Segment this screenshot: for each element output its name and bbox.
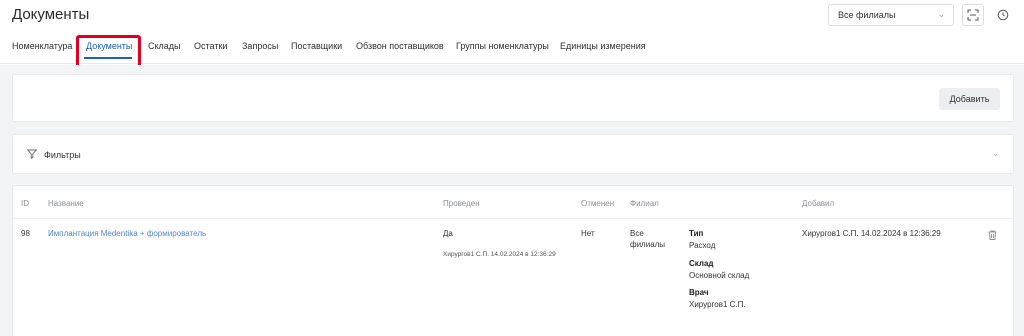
tab-nomenclature-groups[interactable]: Группы номенклатуры (456, 41, 549, 51)
branch-select[interactable]: Все филиалы ⌄ (828, 4, 954, 26)
add-button[interactable]: Добавить (939, 88, 1000, 110)
cell-added-by: Хирургов1 С.П. 14.02.2024 в 12:36:29 (802, 229, 941, 238)
column-header-id[interactable]: ID (21, 199, 29, 208)
doctor-value: Хирургов1 С.П. (689, 300, 746, 309)
tab-units[interactable]: Единицы измерения (560, 41, 646, 51)
branch-select-value: Все филиалы (838, 10, 896, 20)
page-title: Документы (12, 6, 90, 23)
scan-button[interactable] (962, 4, 984, 26)
document-link[interactable]: Имплантация Medentika + формирователь (48, 229, 206, 238)
help-button[interactable] (992, 4, 1014, 26)
cell-branch: Все филиалы (630, 229, 666, 249)
warehouse-value: Основной склад (689, 271, 750, 280)
cell-posted-by: Хирургов1 С.П. 14.02.2024 в 12:36:29 (443, 251, 556, 258)
type-label: Тип (689, 229, 704, 238)
column-header-added-by[interactable]: Добавил (802, 199, 834, 208)
header: Документы Все филиалы ⌄ (0, 0, 1024, 34)
trash-icon[interactable] (988, 230, 997, 240)
tab-warehouses[interactable]: Склады (148, 41, 181, 51)
scan-icon (967, 9, 979, 21)
divider (13, 218, 1013, 219)
filter-icon (27, 149, 37, 159)
column-header-cancelled[interactable]: Отменен (581, 199, 614, 208)
tab-nomenclature[interactable]: Номенклатура (12, 41, 72, 51)
cell-cancelled: Нет (581, 229, 595, 238)
cell-posted: Да (443, 229, 453, 238)
warehouse-label: Склад (689, 259, 714, 268)
filters-label: Фильтры (44, 150, 81, 160)
toolbar-card: Добавить (12, 74, 1014, 122)
filters-panel[interactable]: Фильтры ⌄ (12, 134, 1014, 174)
tab-bar: Номенклатура Документы Склады Остатки За… (0, 34, 1024, 64)
tab-requests[interactable]: Запросы (242, 41, 278, 51)
column-header-branch[interactable]: Филиал (630, 199, 659, 208)
column-header-posted[interactable]: Проведен (443, 199, 480, 208)
column-header-name[interactable]: Название (48, 199, 84, 208)
documents-table: ID Название Проведен Отменен Филиал Доба… (12, 185, 1014, 336)
cell-id: 98 (21, 229, 30, 238)
chevron-down-icon: ⌄ (937, 9, 945, 19)
doctor-label: Врач (689, 288, 709, 297)
tab-suppliers[interactable]: Поставщики (291, 41, 342, 51)
chevron-down-icon[interactable]: ⌄ (992, 149, 999, 158)
tab-supplier-calls[interactable]: Обзвон поставщиков (356, 41, 444, 51)
tab-stock[interactable]: Остатки (194, 41, 227, 51)
type-value: Расход (689, 241, 716, 250)
clock-icon (997, 9, 1009, 21)
